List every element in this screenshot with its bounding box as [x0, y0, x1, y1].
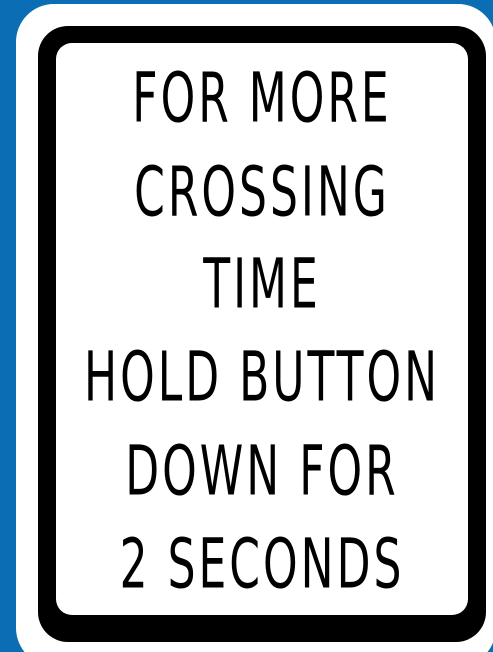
sign-line-1: FOR MORE [132, 59, 392, 139]
sign-line-3: TIME [203, 245, 321, 325]
sign-line-6: 2 SECONDS [119, 525, 405, 605]
sign-line-4: HOLD BUTTON [83, 338, 441, 418]
sign-face: FOR MORE CROSSING TIME HOLD BUTTON DOWN … [56, 43, 468, 615]
sign-line-2: CROSSING [134, 153, 390, 233]
sign-message: FOR MORE CROSSING TIME HOLD BUTTON DOWN … [56, 43, 468, 615]
sign-line-5: DOWN FOR [125, 432, 399, 512]
